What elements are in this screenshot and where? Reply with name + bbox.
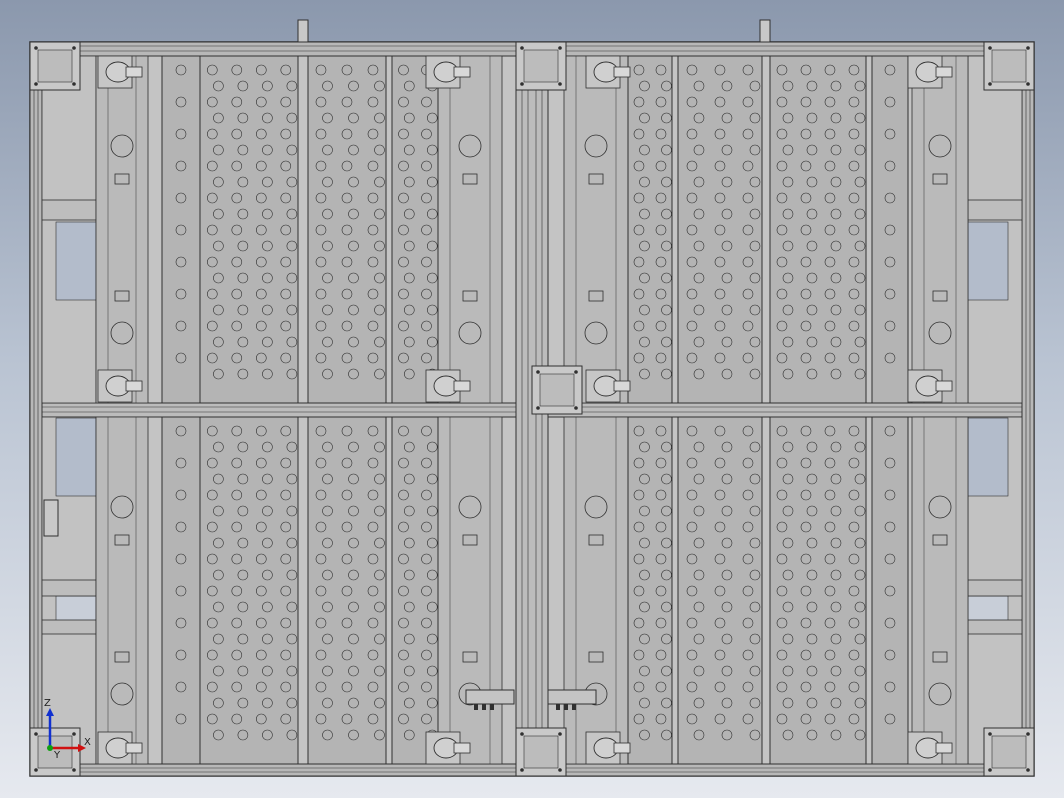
- triad-y-label: Y: [53, 750, 61, 761]
- module-carrier: [911, 416, 969, 765]
- module-carrier: [437, 416, 503, 765]
- handle-right: [759, 19, 771, 43]
- corner-bracket: [983, 727, 1035, 777]
- side-latch: [43, 499, 59, 537]
- module-carrier: [95, 55, 149, 404]
- cad-viewport[interactable]: X Y Z: [0, 0, 1064, 798]
- corner-bracket: [515, 41, 567, 91]
- corner-bracket: [515, 727, 567, 777]
- perforated-panel: [199, 55, 299, 404]
- perforated-panel: [391, 416, 439, 765]
- perforated-panel: [769, 416, 867, 765]
- perforated-panel: [871, 55, 909, 404]
- perforated-panel: [627, 416, 673, 765]
- left-rail: [29, 41, 43, 777]
- perforated-panel: [307, 55, 387, 404]
- power-connector-right: [547, 689, 597, 705]
- module-carrier: [437, 55, 503, 404]
- corner-bracket: [29, 41, 81, 91]
- perforated-panel: [391, 55, 439, 404]
- module-carrier: [911, 55, 969, 404]
- corner-bracket: [531, 365, 583, 415]
- triad-z-label: Z: [44, 698, 51, 709]
- triad-x-label: X: [84, 737, 91, 748]
- perforated-panel: [769, 55, 867, 404]
- right-rail: [1021, 41, 1035, 777]
- module-carrier: [95, 416, 149, 765]
- perforated-panel: [161, 55, 201, 404]
- power-connector-left: [465, 689, 515, 705]
- perforated-panel: [199, 416, 299, 765]
- perforated-panel: [161, 416, 201, 765]
- perforated-panel: [307, 416, 387, 765]
- perforated-panel: [871, 416, 909, 765]
- module-carrier: [563, 416, 629, 765]
- handle-left: [297, 19, 309, 43]
- module-carrier: [563, 55, 629, 404]
- perforated-panel: [677, 55, 763, 404]
- perforated-panel: [627, 55, 673, 404]
- corner-bracket: [983, 41, 1035, 91]
- lifting-handles: [297, 19, 771, 43]
- perforated-panel: [677, 416, 763, 765]
